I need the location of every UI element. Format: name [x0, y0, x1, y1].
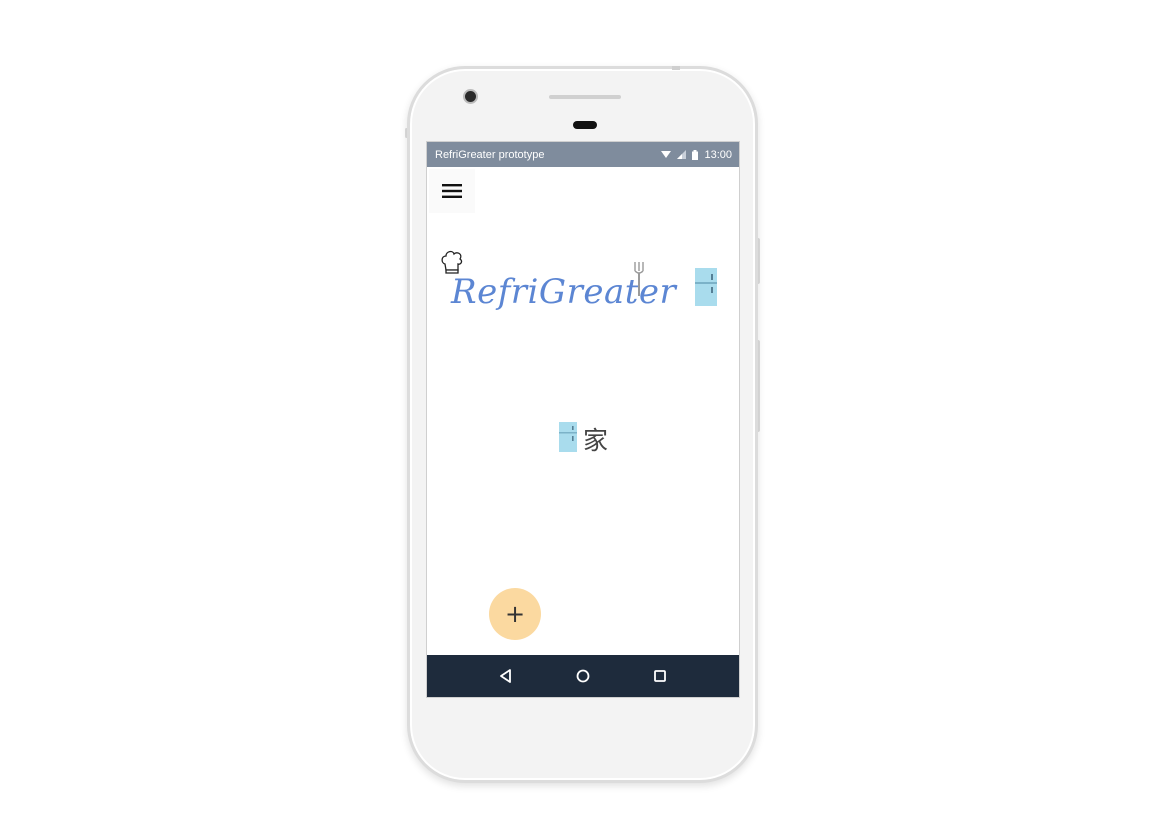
add-icon: +: [504, 600, 526, 628]
proximity-sensor: [573, 121, 597, 129]
android-nav-bar: [427, 655, 739, 697]
battery-icon: [692, 149, 699, 160]
earpiece-speaker: [549, 95, 621, 99]
app-title: RefriGreater prototype: [435, 148, 545, 161]
back-icon[interactable]: [492, 662, 520, 690]
fork-icon: [634, 262, 644, 303]
add-button[interactable]: +: [489, 588, 541, 640]
front-camera: [465, 91, 476, 102]
home-section-label: 家: [559, 421, 609, 457]
home-icon[interactable]: [569, 662, 597, 690]
status-bar: RefriGreater prototype 13:00: [427, 142, 739, 167]
app-screen: RefriGreater prototype 13:00 RefriGreate…: [426, 141, 740, 698]
fridge-icon: [695, 268, 717, 311]
top-notch: [672, 66, 680, 70]
home-label-text: 家: [583, 426, 609, 455]
hamburger-menu-icon[interactable]: [429, 169, 475, 213]
status-icons: 13:00: [661, 149, 732, 161]
wifi-icon: [661, 150, 672, 159]
clock: 13:00: [704, 148, 732, 161]
app-logo: RefriGreater: [437, 246, 727, 328]
fridge-icon: [559, 421, 577, 457]
signal-icon: [677, 150, 687, 159]
recents-icon[interactable]: [646, 662, 674, 690]
